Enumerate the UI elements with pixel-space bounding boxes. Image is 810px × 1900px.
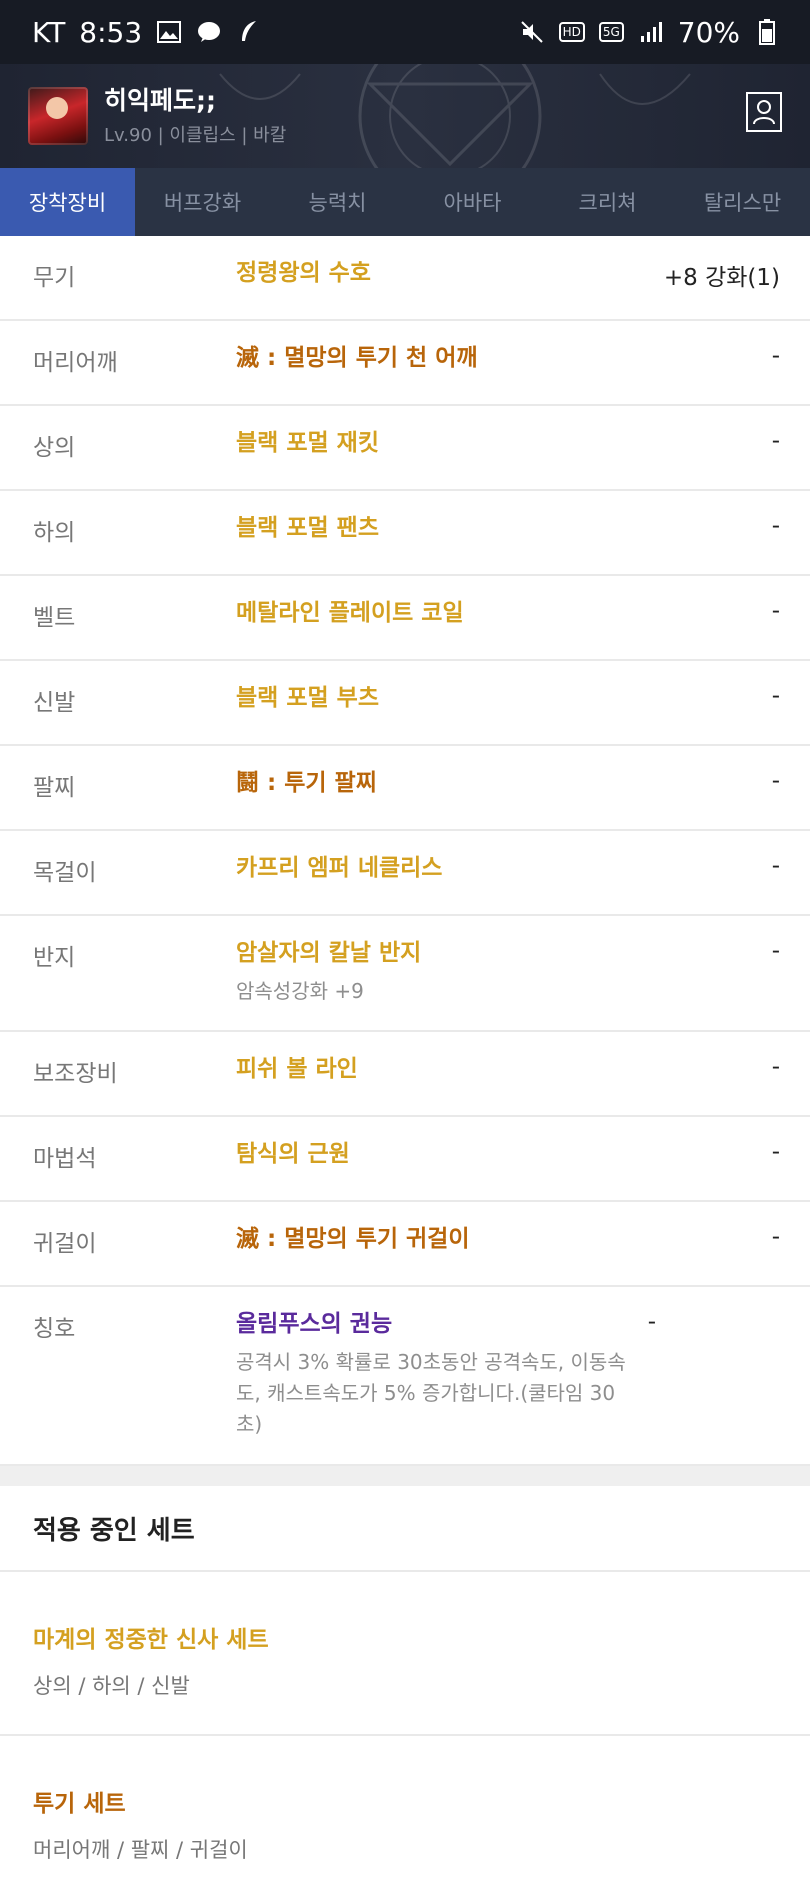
equipment-row-top[interactable]: 상의 블랙 포멀 재킷 - — [0, 406, 810, 491]
equipment-list: 무기 정령왕의 수호 +8 강화(1) 머리어깨 滅 : 멸망의 투기 천 어깨… — [0, 236, 810, 1466]
equipment-row-earring[interactable]: 귀걸이 滅 : 멸망의 투기 귀걸이 - — [0, 1202, 810, 1287]
set-item[interactable]: 마계의 정중한 신사 세트 상의 / 하의 / 신발 — [0, 1572, 810, 1736]
enhance-value: - — [771, 343, 780, 369]
item-option: 암속성강화 +9 — [236, 979, 364, 1003]
tab-creature[interactable]: 크리쳐 — [540, 168, 675, 236]
set-item[interactable]: 투기 세트 머리어깨 / 팔찌 / 귀걸이 — [0, 1736, 810, 1900]
character-meta: Lv.90 | 이클립스 | 바칼 — [104, 125, 287, 146]
enhance-value: - — [771, 683, 780, 709]
set-parts: 상의 / 하의 / 신발 — [33, 1674, 190, 1698]
equipment-row-shoes[interactable]: 신발 블랙 포멀 부츠 - — [0, 661, 810, 746]
slot-label: 신발 — [33, 690, 76, 716]
enhance-value: - — [771, 598, 780, 624]
feather-icon — [236, 19, 262, 45]
section-divider — [0, 1466, 810, 1486]
tab-avatar[interactable]: 아바타 — [405, 168, 540, 236]
slot-label: 목걸이 — [33, 860, 97, 886]
clock: 8:53 — [79, 15, 143, 49]
enhance-value: +8 강화(1) — [663, 265, 780, 291]
slot-label: 하의 — [33, 520, 76, 546]
mute-icon — [519, 19, 545, 45]
set-name: 마계의 정중한 신사 세트 — [33, 1627, 269, 1653]
slot-label: 머리어깨 — [33, 350, 118, 376]
carrier-label: KT — [32, 15, 66, 49]
set-name: 투기 세트 — [33, 1791, 126, 1817]
enhance-value: - — [771, 1054, 780, 1080]
status-bar: KT 8:53 HD 5G 70% — [0, 0, 810, 64]
profile-button[interactable] — [746, 92, 782, 132]
item-name: 鬪 : 투기 팔찌 — [236, 770, 377, 796]
slot-label: 마법석 — [33, 1146, 97, 1172]
equipment-row-bracelet[interactable]: 팔찌 鬪 : 투기 팔찌 - — [0, 746, 810, 831]
equipment-row-weapon[interactable]: 무기 정령왕의 수호 +8 강화(1) — [0, 236, 810, 321]
character-name: 히익페도;; — [104, 86, 216, 115]
slot-label: 귀걸이 — [33, 1231, 97, 1257]
equipment-row-magic-stone[interactable]: 마법석 탐식의 근원 - — [0, 1117, 810, 1202]
equipment-row-title[interactable]: 칭호 올림푸스의 권능 공격시 3% 확률로 30초동안 공격속도, 이동속도,… — [0, 1287, 810, 1466]
item-name: 암살자의 칼날 반지 — [236, 940, 422, 966]
tab-stats[interactable]: 능력치 — [270, 168, 405, 236]
item-name: 블랙 포멀 부츠 — [236, 685, 379, 711]
item-name: 滅 : 멸망의 투기 귀걸이 — [236, 1226, 470, 1252]
tab-bar: 장착장비 버프강화 능력치 아바타 크리쳐 탈리스만 — [0, 168, 810, 236]
slot-label: 반지 — [33, 945, 76, 971]
enhance-value: - — [771, 428, 780, 454]
character-header: 히익페도;; Lv.90 | 이클립스 | 바칼 — [0, 64, 810, 168]
item-name: 블랙 포멀 팬츠 — [236, 515, 379, 541]
slot-label: 보조장비 — [33, 1061, 118, 1087]
tab-talisman[interactable]: 탈리스만 — [675, 168, 810, 236]
signal-icon — [638, 19, 664, 45]
set-parts: 머리어깨 / 팔찌 / 귀걸이 — [33, 1838, 248, 1862]
enhance-value: - — [771, 938, 780, 964]
item-option: 공격시 3% 확률로 30초동안 공격속도, 이동속도, 캐스트속도가 5% 증… — [236, 1350, 626, 1436]
equipment-row-ring[interactable]: 반지 암살자의 칼날 반지 암속성강화 +9 - — [0, 916, 810, 1032]
battery-icon — [754, 19, 780, 45]
equipment-row-sub-weapon[interactable]: 보조장비 피쉬 볼 라인 - — [0, 1032, 810, 1117]
slot-label: 칭호 — [33, 1316, 76, 1342]
tab-buff-enhance[interactable]: 버프강화 — [135, 168, 270, 236]
item-name: 블랙 포멀 재킷 — [236, 430, 379, 456]
enhance-value: - — [771, 1224, 780, 1250]
enhance-value: - — [771, 768, 780, 794]
item-name: 정령왕의 수호 — [236, 260, 371, 286]
enhance-value: - — [647, 1309, 656, 1335]
network-badge: 5G — [598, 22, 624, 42]
active-sets-title: 적용 중인 세트 — [0, 1486, 810, 1572]
equipment-row-shoulder[interactable]: 머리어깨 滅 : 멸망의 투기 천 어깨 - — [0, 321, 810, 406]
slot-label: 무기 — [33, 265, 76, 291]
tab-equipment[interactable]: 장착장비 — [0, 168, 135, 236]
item-name: 메탈라인 플레이트 코일 — [236, 600, 464, 626]
person-icon — [753, 100, 775, 125]
item-name: 탐식의 근원 — [236, 1141, 350, 1167]
item-name: 피쉬 볼 라인 — [236, 1056, 358, 1082]
equipment-row-necklace[interactable]: 목걸이 카프리 엠퍼 네클리스 - — [0, 831, 810, 916]
character-avatar[interactable] — [28, 87, 88, 145]
chat-bubble-icon — [196, 19, 222, 45]
slot-label: 벨트 — [33, 605, 76, 631]
item-name: 올림푸스의 권능 — [236, 1311, 393, 1337]
enhance-value: - — [771, 513, 780, 539]
item-name: 滅 : 멸망의 투기 천 어깨 — [236, 345, 478, 371]
hd-badge: HD — [558, 22, 585, 42]
enhance-value: - — [771, 853, 780, 879]
equipment-row-belt[interactable]: 벨트 메탈라인 플레이트 코일 - — [0, 576, 810, 661]
equipment-row-bottom[interactable]: 하의 블랙 포멀 팬츠 - — [0, 491, 810, 576]
slot-label: 상의 — [33, 435, 76, 461]
image-icon — [156, 19, 182, 45]
enhance-value: - — [771, 1139, 780, 1165]
slot-label: 팔찌 — [33, 775, 76, 801]
battery-percent: 70% — [677, 15, 740, 49]
item-name: 카프리 엠퍼 네클리스 — [236, 855, 443, 881]
